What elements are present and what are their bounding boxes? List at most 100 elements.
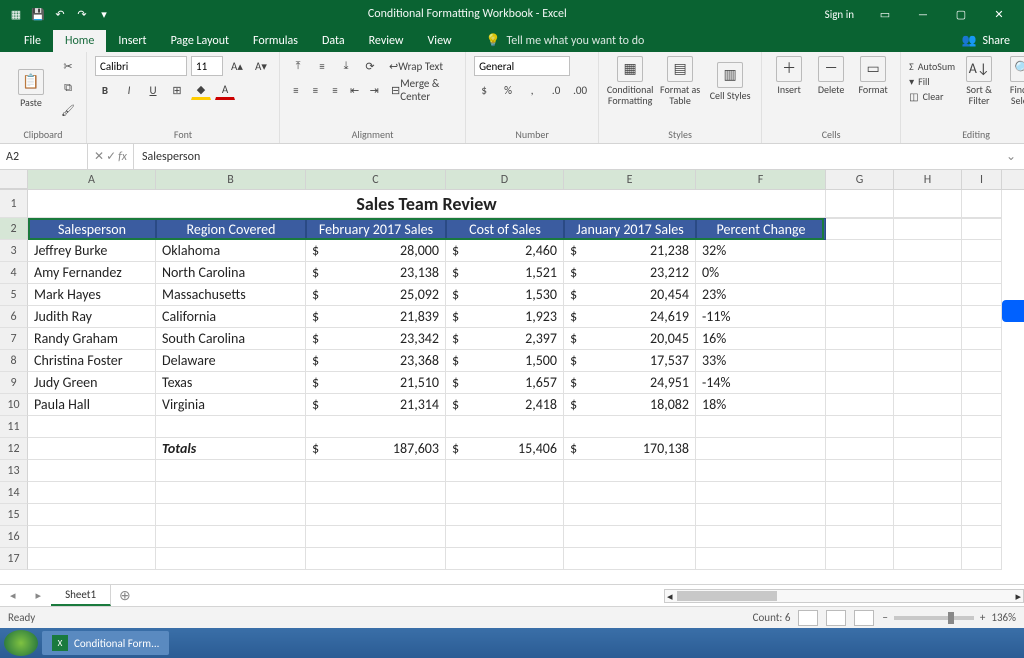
undo-icon[interactable]: ↶ — [52, 6, 68, 22]
cell[interactable]: $21,510 — [306, 372, 446, 394]
cell[interactable] — [306, 482, 446, 504]
row-header[interactable]: 11 — [0, 416, 28, 438]
cell[interactable]: $21,839 — [306, 306, 446, 328]
cell[interactable] — [962, 504, 1002, 526]
cell[interactable] — [962, 262, 1002, 284]
tell-me[interactable]: 💡Tell me what you want to do — [478, 29, 653, 52]
row-header[interactable]: 6 — [0, 306, 28, 328]
cell[interactable] — [962, 306, 1002, 328]
cell[interactable]: Randy Graham — [28, 328, 156, 350]
cell[interactable]: $21,314 — [306, 394, 446, 416]
orientation-icon[interactable]: ⟳ — [360, 56, 380, 76]
zoom-level[interactable]: 136% — [991, 611, 1016, 624]
cell[interactable] — [28, 416, 156, 438]
share-button[interactable]: 👥Share — [947, 29, 1024, 52]
row-header[interactable]: 15 — [0, 504, 28, 526]
cell[interactable] — [28, 548, 156, 570]
cell[interactable]: $1,923 — [446, 306, 564, 328]
view-normal-icon[interactable] — [798, 610, 818, 626]
decrease-font-icon[interactable]: A▾ — [251, 56, 271, 76]
cell[interactable] — [962, 190, 1002, 218]
cell[interactable] — [826, 526, 894, 548]
cell[interactable] — [696, 438, 826, 460]
cell[interactable] — [306, 416, 446, 438]
cell[interactable] — [894, 190, 962, 218]
font-name[interactable] — [95, 56, 187, 76]
cell[interactable] — [894, 548, 962, 570]
cell[interactable]: $23,368 — [306, 350, 446, 372]
cell[interactable]: $28,000 — [306, 240, 446, 262]
cell[interactable]: Salesperson — [28, 218, 156, 240]
cell[interactable]: $2,397 — [446, 328, 564, 350]
cell[interactable]: -11% — [696, 306, 826, 328]
cell[interactable]: $15,406 — [446, 438, 564, 460]
cell[interactable] — [826, 190, 894, 218]
cell[interactable] — [28, 504, 156, 526]
cell[interactable] — [564, 504, 696, 526]
ribbon-options-icon[interactable]: ▭ — [868, 4, 902, 24]
indent-dec-icon[interactable]: ⇤ — [347, 80, 363, 100]
cell[interactable] — [826, 482, 894, 504]
cell[interactable] — [826, 284, 894, 306]
cell[interactable]: $23,342 — [306, 328, 446, 350]
cell[interactable]: $1,530 — [446, 284, 564, 306]
align-right-icon[interactable]: ≡ — [327, 80, 343, 100]
cell[interactable] — [564, 416, 696, 438]
scroll-thumb[interactable] — [677, 591, 777, 601]
cell[interactable] — [962, 240, 1002, 262]
taskbar-app[interactable]: XConditional Form... — [42, 631, 169, 655]
cell[interactable]: $25,092 — [306, 284, 446, 306]
cell[interactable] — [156, 416, 306, 438]
fx-icon[interactable]: fx — [118, 150, 127, 164]
cell[interactable] — [894, 504, 962, 526]
expand-formula-icon[interactable]: ⌄ — [998, 149, 1024, 164]
cell[interactable] — [306, 526, 446, 548]
cell[interactable] — [446, 526, 564, 548]
cell[interactable] — [826, 548, 894, 570]
cell[interactable]: Jeffrey Burke — [28, 240, 156, 262]
cell[interactable]: 23% — [696, 284, 826, 306]
cell[interactable]: $2,460 — [446, 240, 564, 262]
row-header[interactable]: 16 — [0, 526, 28, 548]
close-icon[interactable]: ✕ — [982, 4, 1016, 24]
cell[interactable]: 33% — [696, 350, 826, 372]
col-header-H[interactable]: H — [894, 170, 962, 189]
cell[interactable] — [696, 482, 826, 504]
zoom-slider[interactable]: −+136% — [882, 611, 1016, 624]
cell[interactable] — [156, 526, 306, 548]
percent-icon[interactable]: % — [498, 80, 518, 100]
inc-decimal-icon[interactable]: .0 — [546, 80, 566, 100]
cell[interactable]: $21,238 — [564, 240, 696, 262]
cell[interactable]: Cost of Sales — [446, 218, 564, 240]
cell[interactable] — [962, 218, 1002, 240]
maximize-icon[interactable]: ▢ — [944, 4, 978, 24]
sort-filter-button[interactable]: A↓Sort & Filter — [959, 56, 999, 106]
cell[interactable] — [826, 504, 894, 526]
cell[interactable] — [446, 460, 564, 482]
cell[interactable]: Virginia — [156, 394, 306, 416]
format-painter-icon[interactable]: 🖌 — [58, 100, 78, 120]
cell[interactable] — [826, 328, 894, 350]
cell[interactable] — [564, 482, 696, 504]
cell[interactable] — [156, 460, 306, 482]
wrap-text-button[interactable]: ↩ Wrap Text — [384, 56, 448, 76]
cell[interactable]: Oklahoma — [156, 240, 306, 262]
col-header-I[interactable]: I — [962, 170, 1002, 189]
horizontal-scrollbar[interactable]: ◂▸ — [664, 589, 1024, 603]
cell[interactable] — [826, 394, 894, 416]
cell[interactable] — [894, 350, 962, 372]
cell[interactable] — [28, 438, 156, 460]
cell[interactable] — [696, 526, 826, 548]
cell[interactable]: Delaware — [156, 350, 306, 372]
name-box[interactable]: A2 — [0, 144, 88, 169]
cell[interactable]: $24,619 — [564, 306, 696, 328]
cell[interactable] — [826, 218, 894, 240]
cell[interactable]: -14% — [696, 372, 826, 394]
cell[interactable] — [894, 328, 962, 350]
cell[interactable] — [696, 460, 826, 482]
cell[interactable]: Sales Team Review — [28, 190, 826, 218]
cell[interactable]: Christina Foster — [28, 350, 156, 372]
sheet-nav-next-icon[interactable]: ▸ — [26, 589, 52, 602]
format-cells-button[interactable]: ▭Format — [854, 56, 892, 95]
row-header[interactable]: 4 — [0, 262, 28, 284]
